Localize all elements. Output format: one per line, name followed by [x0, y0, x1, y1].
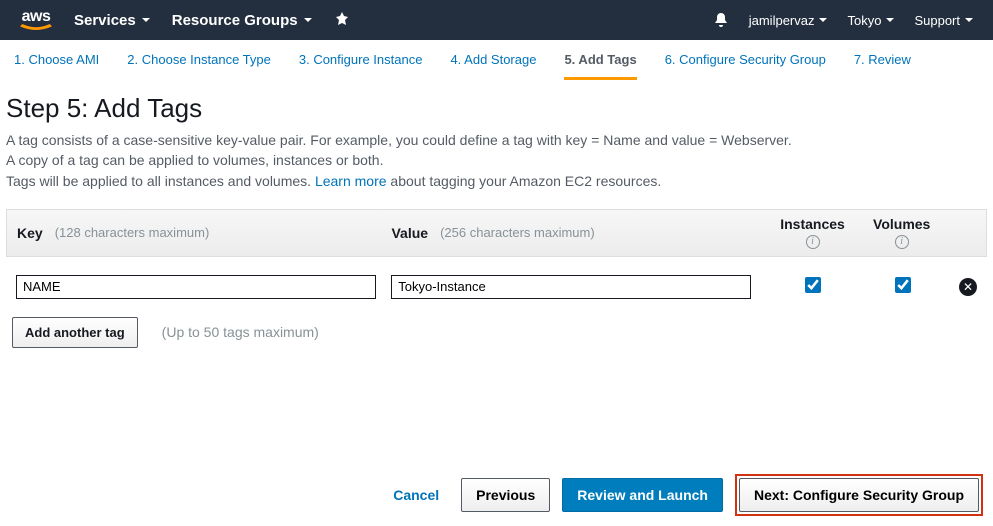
navbar-left: aws Services Resource Groups [20, 9, 350, 32]
instances-label: Instances [780, 216, 845, 233]
wizard-tabs: 1. Choose AMI 2. Choose Instance Type 3. C… [0, 40, 993, 81]
tag-value-input[interactable] [391, 275, 751, 299]
aws-logo-text: aws [22, 9, 51, 25]
region-label: Tokyo [847, 13, 881, 28]
key-hint: (128 characters maximum) [55, 225, 210, 240]
add-another-tag-button[interactable]: Add another tag [12, 317, 138, 348]
desc-line-3-prefix: Tags will be applied to all instances an… [6, 173, 315, 189]
desc-line-3: Tags will be applied to all instances an… [6, 171, 987, 191]
aws-swoosh-icon [20, 24, 52, 32]
key-label: Key [17, 225, 43, 241]
pin-icon[interactable] [334, 12, 350, 28]
add-tag-hint: (Up to 50 tags maximum) [162, 324, 319, 340]
info-icon[interactable]: i [895, 235, 909, 249]
delete-tag-button[interactable]: ✕ [959, 278, 977, 296]
tags-rows: ✕ [6, 257, 987, 317]
caret-down-icon [304, 18, 312, 22]
learn-more-link[interactable]: Learn more [315, 173, 387, 189]
tags-table-header: Key (128 characters maximum) Value (256 … [6, 209, 987, 257]
value-label: Value [391, 225, 428, 241]
value-hint: (256 characters maximum) [440, 225, 595, 240]
navbar-right: jamilpervaz Tokyo Support [713, 12, 973, 28]
region-menu[interactable]: Tokyo [847, 13, 894, 28]
volumes-label: Volumes [873, 216, 930, 233]
page-title: Step 5: Add Tags [6, 93, 987, 124]
desc-line-2: A copy of a tag can be applied to volume… [6, 150, 987, 170]
tag-row: ✕ [6, 257, 987, 317]
col-key-header: Key (128 characters maximum) [17, 225, 391, 241]
wizard-tab-5[interactable]: 5. Add Tags [564, 52, 636, 80]
desc-line-3-suffix: about tagging your Amazon EC2 resources. [387, 173, 662, 189]
caret-down-icon [819, 18, 827, 22]
footer-actions: Cancel Previous Review and Launch Next: … [383, 474, 983, 516]
wizard-tab-4[interactable]: 4. Add Storage [450, 52, 536, 80]
services-label: Services [74, 12, 136, 29]
next-button-highlight: Next: Configure Security Group [735, 474, 983, 516]
wizard-tab-2[interactable]: 2. Choose Instance Type [127, 52, 271, 80]
col-value-header: Value (256 characters maximum) [391, 225, 767, 241]
review-and-launch-button[interactable]: Review and Launch [562, 478, 723, 512]
support-label: Support [914, 13, 960, 28]
next-configure-security-group-button[interactable]: Next: Configure Security Group [739, 478, 979, 512]
support-menu[interactable]: Support [914, 13, 973, 28]
tag-instances-checkbox[interactable] [805, 277, 821, 293]
wizard-tab-6[interactable]: 6. Configure Security Group [665, 52, 826, 80]
col-instances-header: Instances i [768, 216, 857, 249]
wizard-tab-7[interactable]: 7. Review [854, 52, 911, 80]
account-label: jamilpervaz [749, 13, 815, 28]
caret-down-icon [142, 18, 150, 22]
caret-down-icon [965, 18, 973, 22]
wizard-tab-3[interactable]: 3. Configure Instance [299, 52, 423, 80]
previous-button[interactable]: Previous [461, 478, 550, 512]
desc-line-1: A tag consists of a case-sensitive key-v… [6, 130, 987, 150]
tag-volumes-checkbox[interactable] [895, 277, 911, 293]
resource-groups-label: Resource Groups [172, 12, 298, 29]
account-menu[interactable]: jamilpervaz [749, 13, 828, 28]
bell-icon[interactable] [713, 12, 729, 28]
tags-table: Key (128 characters maximum) Value (256 … [6, 209, 987, 317]
resource-groups-menu[interactable]: Resource Groups [172, 12, 312, 29]
wizard-tab-1[interactable]: 1. Choose AMI [14, 52, 99, 80]
cancel-button[interactable]: Cancel [383, 479, 449, 511]
services-menu[interactable]: Services [74, 12, 150, 29]
top-navbar: aws Services Resource Groups jamilpervaz… [0, 0, 993, 40]
caret-down-icon [886, 18, 894, 22]
aws-logo[interactable]: aws [20, 9, 52, 32]
tag-key-input[interactable] [16, 275, 376, 299]
add-tag-row: Add another tag (Up to 50 tags maximum) [6, 317, 987, 368]
main-content: Step 5: Add Tags A tag consists of a cas… [0, 81, 993, 368]
info-icon[interactable]: i [806, 235, 820, 249]
col-volumes-header: Volumes i [857, 216, 946, 249]
